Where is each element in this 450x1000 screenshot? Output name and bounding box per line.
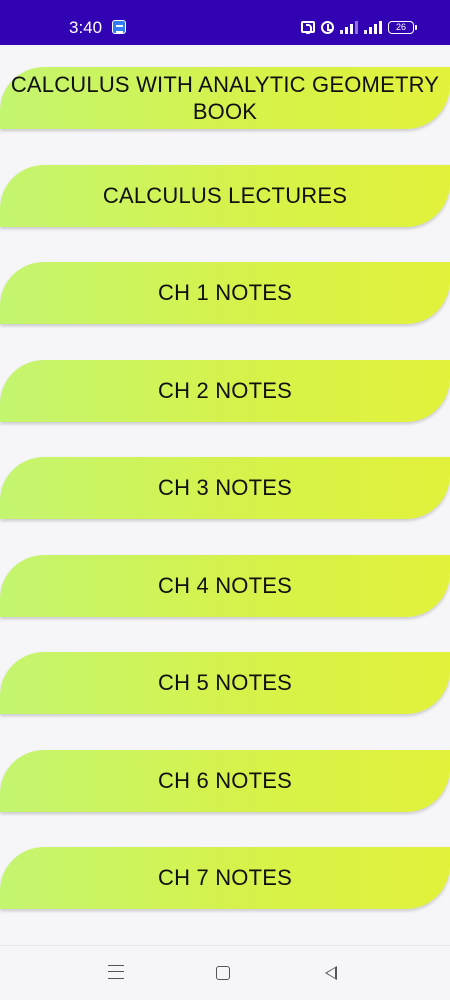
calculus-lectures-button[interactable]: CALCULUS LECTURES xyxy=(0,165,450,227)
signal-icon xyxy=(364,20,382,34)
menu-list: CALCULUS WITH ANALYTIC GEOMETRY BOOK CAL… xyxy=(0,45,450,945)
ch6-notes-button[interactable]: CH 6 NOTES xyxy=(0,750,450,812)
menu-item-label: CALCULUS LECTURES xyxy=(102,183,348,208)
ch4-notes-button[interactable]: CH 4 NOTES xyxy=(0,555,450,617)
status-bar: 3:40 26 xyxy=(0,0,450,45)
status-icons: 26 xyxy=(301,19,417,35)
ch7-notes-button[interactable]: CH 7 NOTES xyxy=(0,847,450,909)
alarm-icon xyxy=(321,20,334,34)
status-time: 3:40 xyxy=(69,18,103,37)
app-notification-icon xyxy=(112,20,126,34)
system-nav-bar xyxy=(0,945,450,1000)
menu-icon[interactable] xyxy=(108,965,124,979)
menu-item-label: CH 6 NOTES xyxy=(157,768,293,793)
ch5-notes-button[interactable]: CH 5 NOTES xyxy=(0,652,450,714)
nfc-icon xyxy=(301,21,315,34)
ch3-notes-button[interactable]: CH 3 NOTES xyxy=(0,457,450,519)
ch2-notes-button[interactable]: CH 2 NOTES xyxy=(0,360,450,422)
menu-item-label: CH 2 NOTES xyxy=(157,378,293,403)
menu-item-label: CH 5 NOTES xyxy=(157,670,293,695)
calculus-book-button[interactable]: CALCULUS WITH ANALYTIC GEOMETRY BOOK xyxy=(0,67,450,129)
menu-item-label: CALCULUS WITH ANALYTIC GEOMETRY BOOK xyxy=(10,72,440,124)
menu-item-label: CH 3 NOTES xyxy=(157,475,293,500)
back-icon[interactable] xyxy=(325,966,337,980)
signal-icon xyxy=(340,20,358,34)
battery-icon: 26 xyxy=(388,20,417,34)
menu-item-label: CH 7 NOTES xyxy=(157,865,293,890)
ch1-notes-button[interactable]: CH 1 NOTES xyxy=(0,262,450,324)
menu-item-label: CH 4 NOTES xyxy=(157,573,293,598)
home-icon[interactable] xyxy=(216,966,230,980)
menu-item-label: CH 1 NOTES xyxy=(157,280,293,305)
